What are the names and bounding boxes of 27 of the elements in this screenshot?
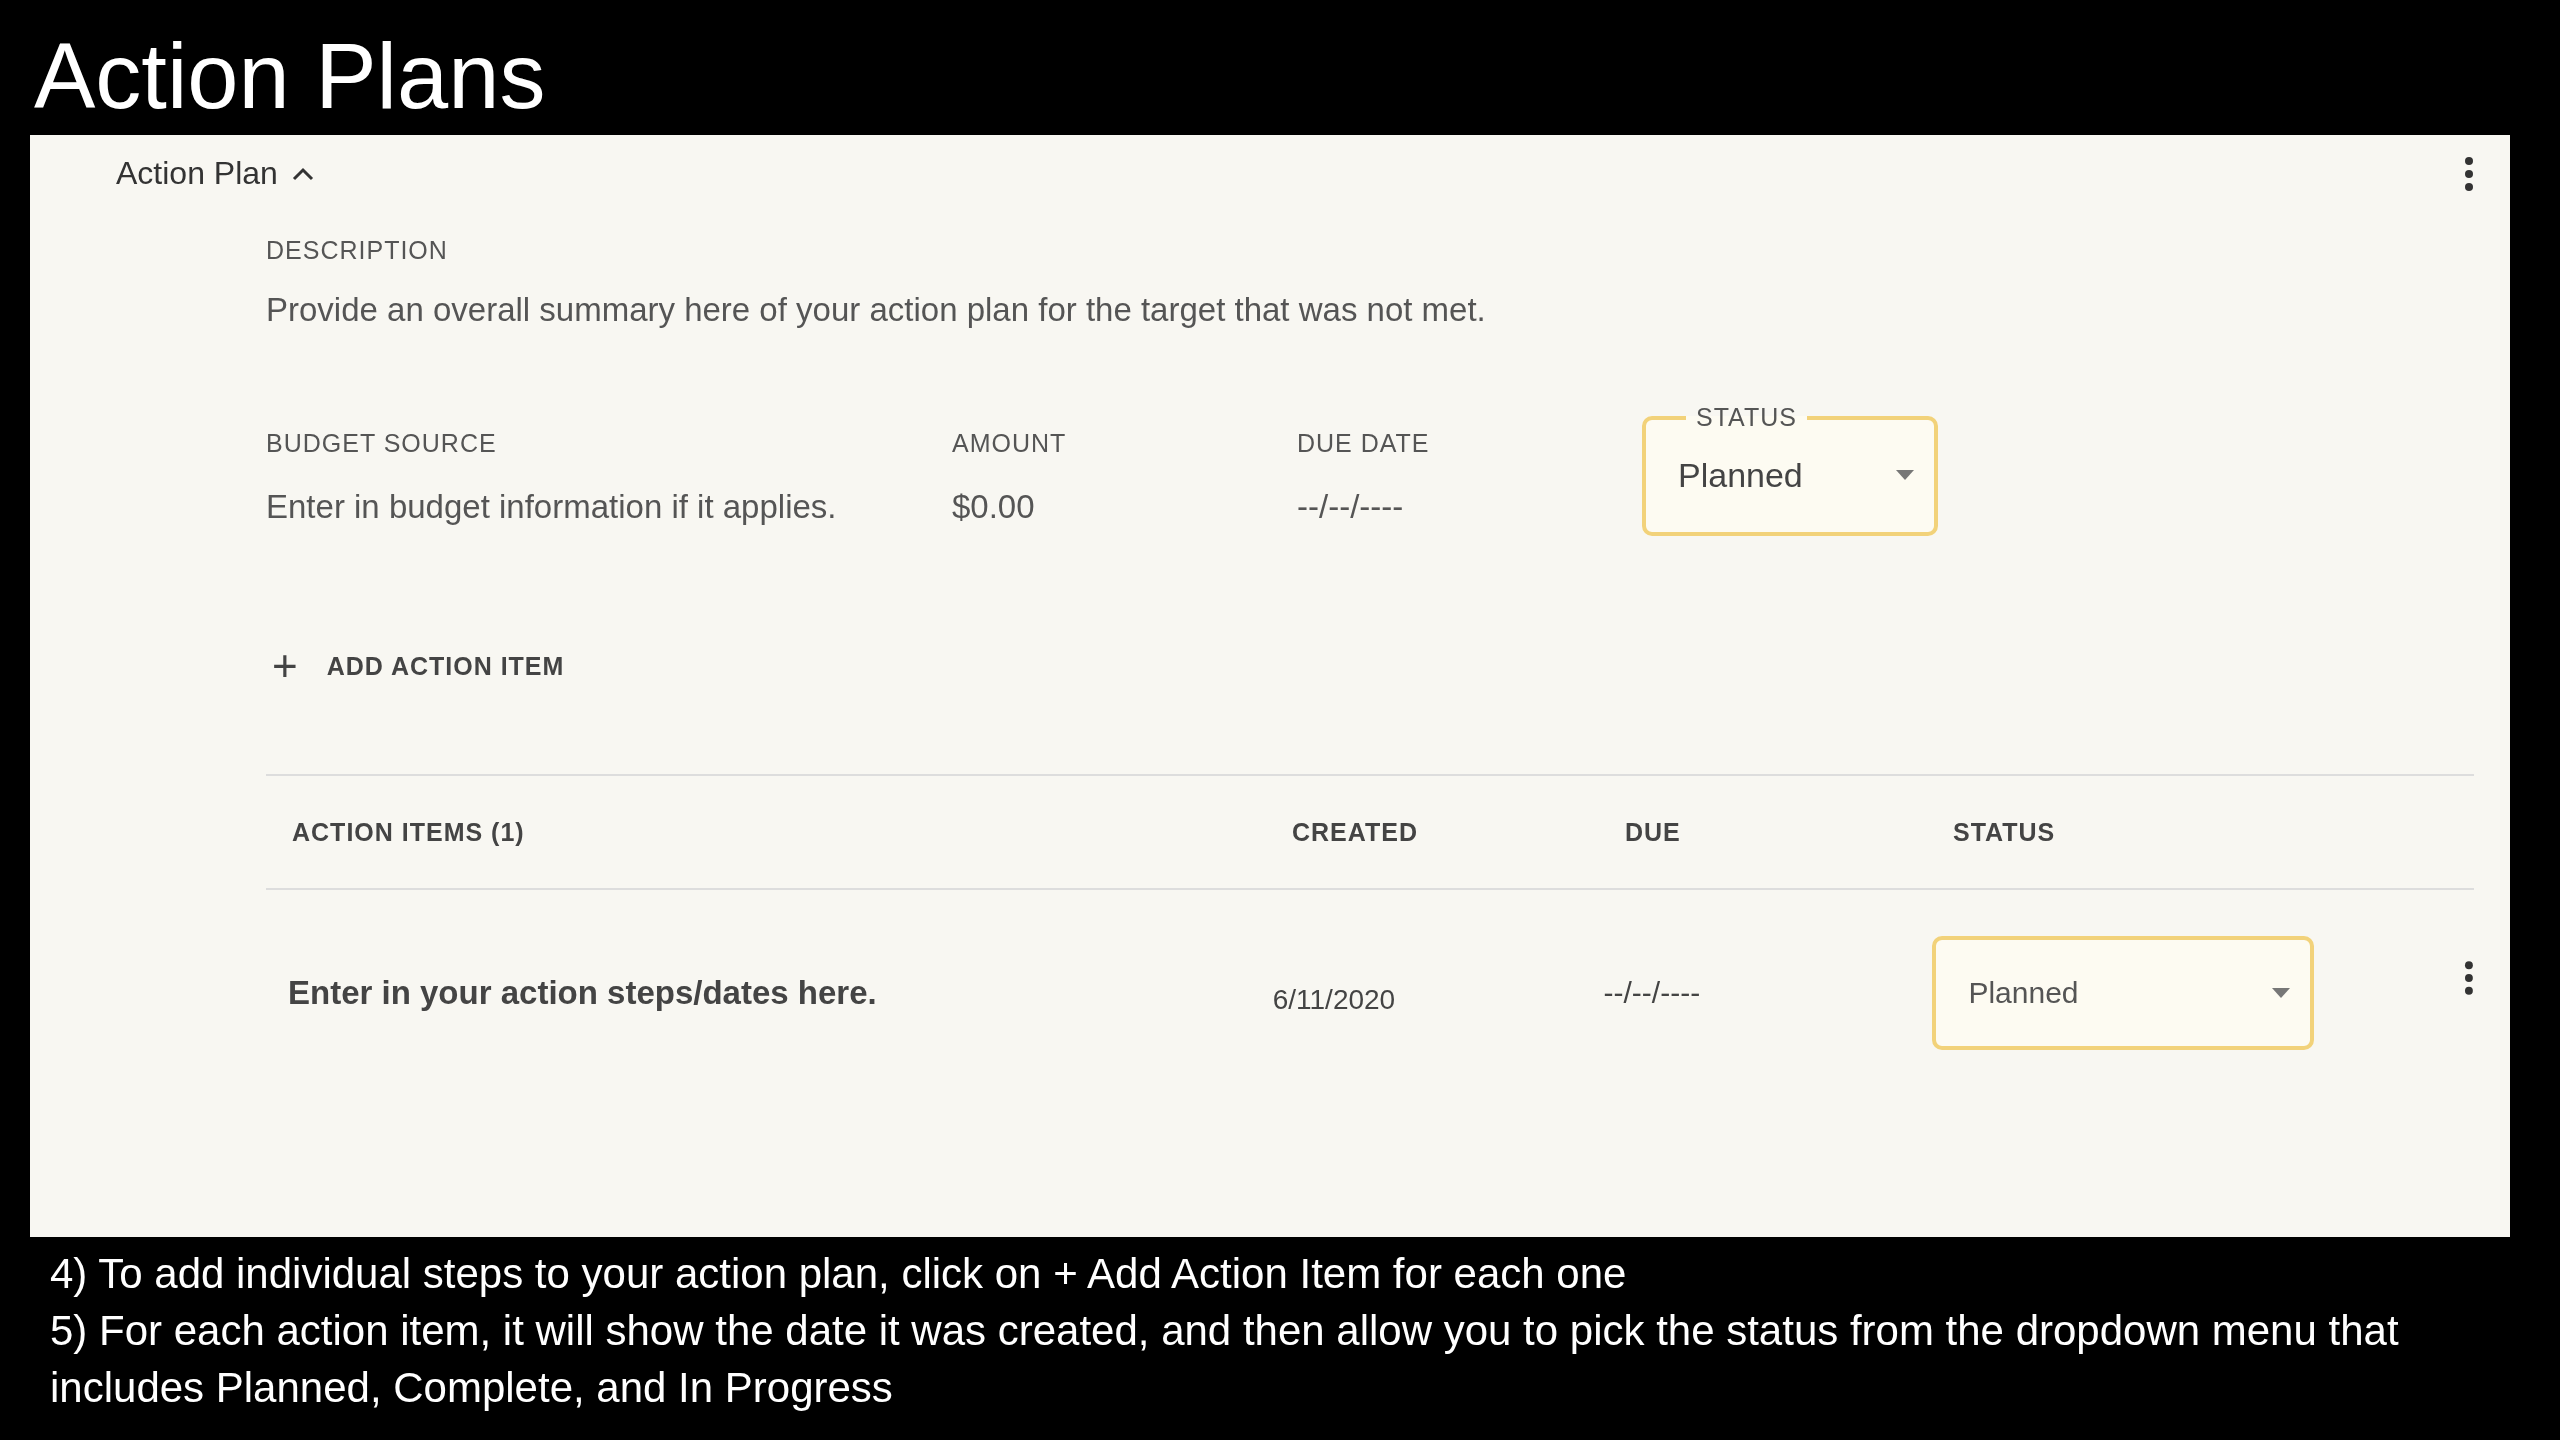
slide-title: Action Plans [33, 24, 547, 129]
caret-icon [1896, 470, 1914, 480]
column-header: ACTION ITEMS (1) [292, 817, 526, 847]
field-label: STATUS [1695, 403, 1798, 432]
action-plan-toggle[interactable]: Action Plan [116, 155, 314, 192]
field-label: AMOUNT [952, 429, 1068, 458]
field-label: DESCRIPTION [266, 236, 449, 265]
status-dropdown[interactable]: Planned [1932, 935, 2315, 1050]
field-label: DUE DATE [1297, 429, 1431, 458]
chevron-up-icon [291, 166, 314, 181]
instruction-text: 4) To add individual steps to your action plan, click on + Add Action Item for each one [50, 1249, 1628, 1299]
column-header: STATUS [1953, 817, 2056, 847]
table-cell-text: --/--/---- [1603, 975, 1702, 1010]
column-header: DUE [1625, 817, 1682, 847]
instruction-text: 5) For each action item, it will show the date it was created, and then allow you to pick the status from the dropdown menu that includes Planned, Complete, and In Progress [50, 1306, 2400, 1413]
more-options-icon[interactable] [2464, 155, 2474, 192]
field-value: --/--/---- [1297, 488, 1405, 526]
description-text: Provide an overall summary here of your action plan for the target that was not met. [266, 291, 1487, 329]
column-header: CREATED [1292, 817, 1419, 847]
field-value: Enter in budget information if it applies. [266, 488, 838, 526]
field-value: $0.00 [952, 488, 1036, 526]
action-item-text: Enter in your action steps/dates here. [288, 973, 878, 1012]
add-action-item-button[interactable]: + ADD ACTION ITEM [272, 646, 565, 686]
more-options-icon[interactable] [2464, 959, 2474, 996]
caret-icon [2272, 987, 2291, 998]
field-label: BUDGET SOURCE [266, 429, 498, 458]
table-cell-text: 6/11/2020 [1272, 982, 1397, 1016]
